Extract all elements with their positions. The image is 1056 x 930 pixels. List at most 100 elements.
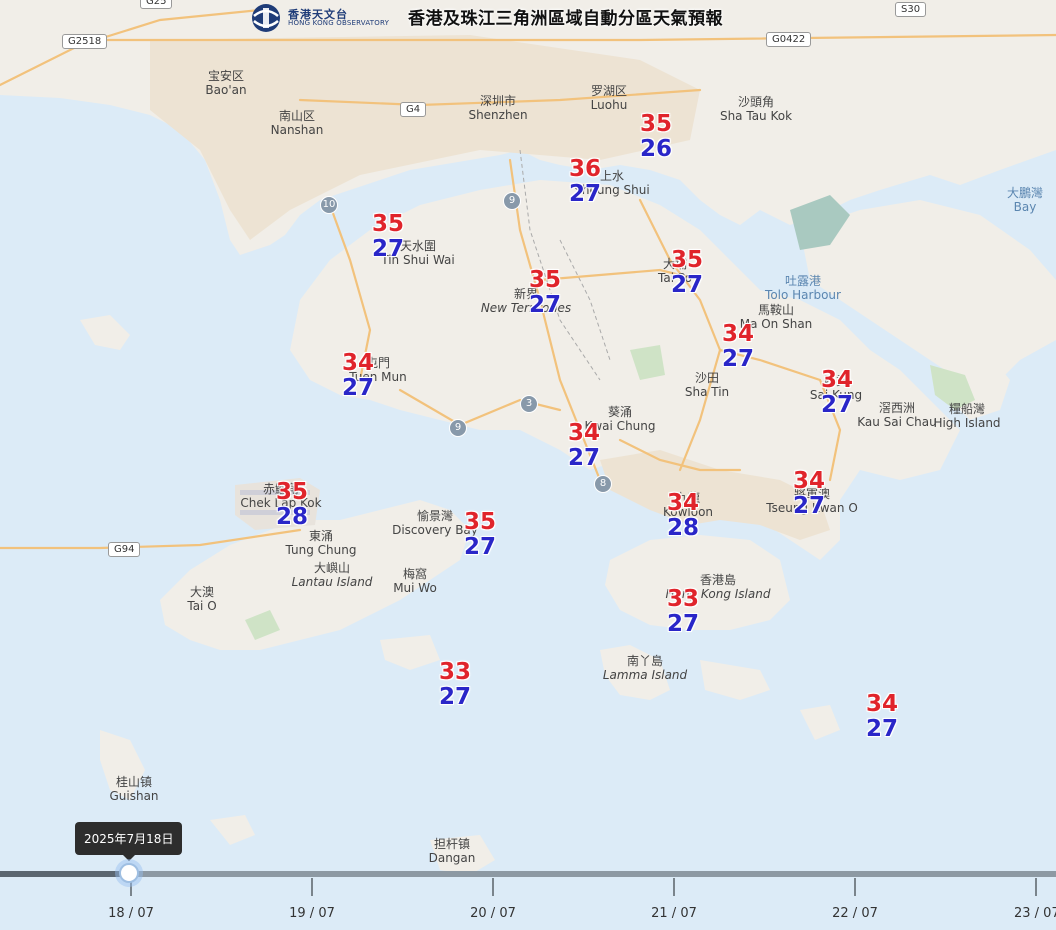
max-temperature: 36 <box>568 156 602 182</box>
max-temperature: 35 <box>639 111 673 137</box>
observatory-logo-icon <box>252 4 280 32</box>
max-temperature: 34 <box>721 321 755 347</box>
district-forecast[interactable]: 33 27 <box>667 588 699 636</box>
map-place-label: 大鵬灣 Bay <box>1007 186 1043 215</box>
max-temperature: 33 <box>666 586 700 612</box>
road-shield: G25 <box>140 0 173 9</box>
map-place-label: 沙頭角 Sha Tau Kok <box>719 95 793 124</box>
place-name-zh: 深圳市 <box>479 94 517 108</box>
district-forecast[interactable]: 34 27 <box>866 693 898 741</box>
district-forecast[interactable]: 35 26 <box>640 113 672 161</box>
road-shield: G2518 <box>62 34 108 49</box>
place-name-zh: 大嶼山 <box>313 561 351 575</box>
place-name-en: Tolo Harbour <box>765 287 841 302</box>
place-name-zh: 滘西洲 <box>878 401 915 415</box>
max-temperature: 35 <box>670 247 704 273</box>
min-temperature: 27 <box>341 375 375 401</box>
timeline-date-label[interactable]: 19 / 07 <box>289 906 335 921</box>
place-name-zh: 南山区 <box>278 109 316 123</box>
district-forecast[interactable]: 34 27 <box>793 470 825 518</box>
timeline-tick[interactable] <box>1035 878 1037 896</box>
map-place-label: 東涌 Tung Chung <box>285 529 357 558</box>
timeline-tick[interactable] <box>854 878 856 896</box>
timeline-progress <box>0 871 130 877</box>
place-name-en: Sha Tin <box>684 384 730 399</box>
road-shield: 9 <box>503 192 521 210</box>
timeline-tick[interactable] <box>492 878 494 896</box>
road-shield: G0422 <box>766 32 812 47</box>
place-name-zh: 東涌 <box>308 529 333 543</box>
max-temperature: 34 <box>567 420 601 446</box>
place-name-en: Sha Tau Kok <box>719 108 793 123</box>
max-temperature: 34 <box>820 367 854 393</box>
place-name-en: Mui Wo <box>393 580 437 595</box>
district-forecast[interactable]: 35 27 <box>372 213 404 261</box>
min-temperature: 27 <box>865 716 899 742</box>
observatory-logo: 香港天文台 HONG KONG OBSERVATORY <box>248 2 389 34</box>
min-temperature: 26 <box>639 136 673 162</box>
map-place-label: 吐露港 Tolo Harbour <box>765 274 841 303</box>
map-place-label: 糧船灣 High Island <box>933 402 1000 431</box>
map-place-label: 沙田 Sha Tin <box>684 371 730 400</box>
map-place-label: 宝安区 Bao'an <box>205 69 246 98</box>
map-place-label: 梅窩 Mui Wo <box>393 567 437 596</box>
place-name-zh: 糧船灣 <box>948 402 986 416</box>
place-name-zh: 罗湖区 <box>590 84 628 98</box>
district-forecast[interactable]: 34 27 <box>722 323 754 371</box>
max-temperature: 33 <box>438 659 472 685</box>
timeline-date-label[interactable]: 21 / 07 <box>651 906 697 921</box>
timeline-date-label[interactable]: 20 / 07 <box>470 906 516 921</box>
place-name-zh: 桂山镇 <box>115 775 152 789</box>
place-name-en: Shenzhen <box>468 107 528 122</box>
place-name-en: Lantau Island <box>291 574 373 589</box>
timeline-date-label[interactable]: 23 / 07 <box>1014 906 1056 921</box>
district-forecast[interactable]: 34 27 <box>342 352 374 400</box>
place-name-en: Dangan <box>428 850 476 865</box>
place-name-en: Lamma Island <box>602 667 688 682</box>
max-temperature: 34 <box>792 468 826 494</box>
district-forecast[interactable]: 35 27 <box>464 511 496 559</box>
timeline-slider-handle[interactable] <box>119 863 139 883</box>
timeline-tick[interactable] <box>673 878 675 896</box>
district-forecast[interactable]: 35 27 <box>671 249 703 297</box>
date-timeline[interactable]: 18 / 07 19 / 07 20 / 07 21 / 07 22 / 07 23 / … <box>0 863 1056 930</box>
road-shield: G94 <box>108 542 141 557</box>
place-name-en: Tung Chung <box>285 542 357 557</box>
district-forecast[interactable]: 35 27 <box>529 269 561 317</box>
map-place-label: 罗湖区 Luohu <box>590 84 628 113</box>
timeline-track[interactable] <box>0 871 1056 877</box>
max-temperature: 34 <box>341 350 375 376</box>
place-name-en: Luohu <box>590 97 628 112</box>
district-forecast[interactable]: 34 27 <box>821 369 853 417</box>
selected-date-tooltip: 2025年7月18日 <box>75 822 183 861</box>
timeline-tick[interactable] <box>311 878 313 896</box>
road-shield: 8 <box>594 475 612 493</box>
place-name-zh: 大澳 <box>189 585 215 599</box>
road-shield: S30 <box>895 2 927 17</box>
logo-text-en: HONG KONG OBSERVATORY <box>288 19 390 28</box>
timeline-date-label[interactable]: 22 / 07 <box>832 906 878 921</box>
district-forecast[interactable]: 33 27 <box>439 661 471 709</box>
district-forecast[interactable]: 35 28 <box>276 481 308 529</box>
min-temperature: 28 <box>666 515 700 541</box>
map-place-label: 滘西洲 Kau Sai Chau <box>857 401 937 430</box>
place-name-zh: 担杆镇 <box>433 837 470 851</box>
min-temperature: 27 <box>528 292 562 318</box>
place-name-zh: 梅窩 <box>402 567 427 581</box>
min-temperature: 27 <box>820 392 854 418</box>
place-name-en: Bay <box>1013 199 1037 214</box>
place-name-zh: 南丫島 <box>626 654 664 668</box>
timeline-date-label[interactable]: 18 / 07 <box>108 906 154 921</box>
district-forecast[interactable]: 34 27 <box>568 422 600 470</box>
road-shield: 9 <box>449 419 467 437</box>
min-temperature: 27 <box>371 236 405 262</box>
max-temperature: 35 <box>528 267 562 293</box>
place-name-en: Tai O <box>187 598 217 613</box>
district-forecast[interactable]: 34 28 <box>667 492 699 540</box>
district-forecast[interactable]: 36 27 <box>569 158 601 206</box>
max-temperature: 35 <box>463 509 497 535</box>
min-temperature: 27 <box>721 346 755 372</box>
place-name-zh: 葵涌 <box>607 405 632 419</box>
map-place-label: 担杆镇 Dangan <box>428 837 476 866</box>
place-name-en: Guishan <box>109 788 159 803</box>
